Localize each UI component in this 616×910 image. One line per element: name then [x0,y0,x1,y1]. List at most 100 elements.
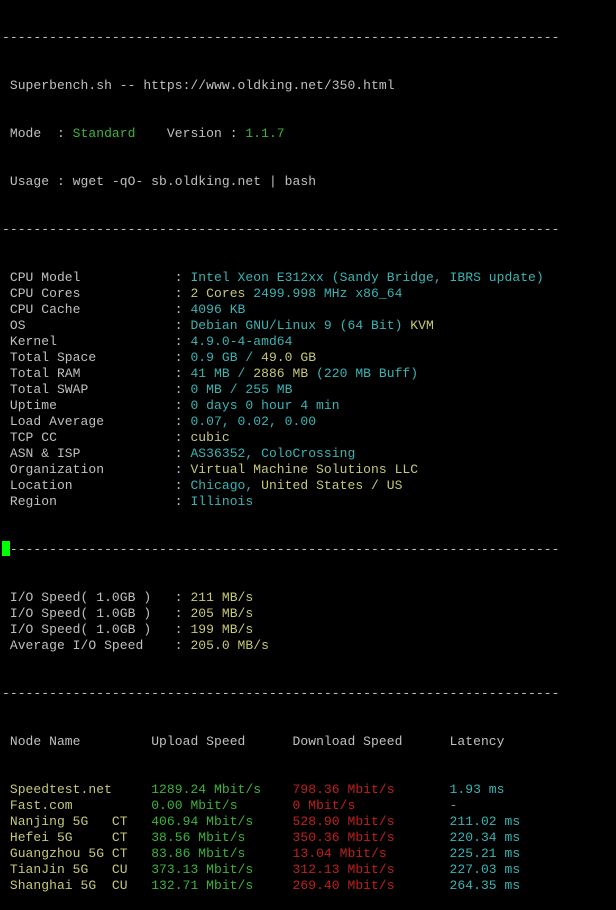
io-value: 205 MB/s [190,606,254,621]
info-value: KVM [410,318,434,333]
node-name: Fast.com [2,798,152,813]
node-name: TianJin 5G CU [2,862,152,877]
download-speed: 13.04 Mbit/s [292,846,450,861]
header-download-speed: Download Speed [292,734,450,749]
info-value: 0.07, 0.02, 0.00 [190,414,317,429]
latency: 264.35 ms [449,878,521,893]
info-value: 0.9 GB / [190,350,262,365]
io-section: I/O Speed( 1.0GB ) : 211 MB/s I/O Speed(… [2,590,559,654]
info-row: Location : Chicago, United States / US [2,478,559,494]
speed-row: Shanghai 5G CU 132.71 Mbit/s 269.40 Mbit… [2,878,559,894]
script-title: Superbench.sh -- https://www.oldking.net… [2,78,395,93]
terminal-output: ----------------------------------------… [2,0,559,910]
info-value: (220 MB Buff) [308,366,419,381]
info-row: Region : Illinois [2,494,559,510]
info-row: Total Space : 0.9 GB / 49.0 GB [2,350,559,366]
info-label: Load Average : [2,414,191,429]
io-value: 211 MB/s [190,590,254,605]
upload-speed: 132.71 Mbit/s [151,878,293,893]
info-label: Region : [2,494,191,509]
speed-row: Nanjing 5G CT 406.94 Mbit/s 528.90 Mbit/… [2,814,559,830]
info-row: Uptime : 0 days 0 hour 4 min [2,398,559,414]
node-name: Guangzhou 5G CT [2,846,152,861]
info-label: ASN & ISP : [2,446,191,461]
io-value: 199 MB/s [190,622,254,637]
info-value: Virtual Machine Solutions LLC [190,462,419,477]
info-value: AS36352, ColoCrossing [190,446,356,461]
latency: 220.34 ms [449,830,521,845]
separator: ----------------------------------------… [2,542,560,557]
info-label: Total SWAP : [2,382,191,397]
separator: ----------------------------------------… [2,686,560,701]
terminal-cursor[interactable] [2,541,10,556]
mode-value: Standard [72,126,136,141]
info-label: TCP CC : [2,430,191,445]
speed-table-rows: Speedtest.net 1289.24 Mbit/s 798.36 Mbit… [2,782,559,894]
info-label: Kernel : [2,334,191,349]
info-value: Chicago, [190,478,262,493]
info-value: cubic [190,430,230,445]
header-upload-speed: Upload Speed [151,734,293,749]
usage-line: Usage : wget -qO- sb.oldking.net | bash [2,174,317,189]
info-row: Total RAM : 41 MB / 2886 MB (220 MB Buff… [2,366,559,382]
separator: ----------------------------------------… [2,222,560,237]
latency: 211.02 ms [449,814,521,829]
info-row: ASN & ISP : AS36352, ColoCrossing [2,446,559,462]
upload-speed: 406.94 Mbit/s [151,814,293,829]
download-speed: 0 Mbit/s [292,798,450,813]
info-label: OS : [2,318,191,333]
download-speed: 350.36 Mbit/s [292,830,450,845]
version-label: Version : [135,126,246,141]
info-label: Organization : [2,462,191,477]
mode-line: Mode : Standard Version : 1.1.7 [2,126,559,142]
upload-speed: 0.00 Mbit/s [151,798,293,813]
info-label: CPU Cores : [2,286,191,301]
info-value: 4096 KB [190,302,246,317]
header-node-name: Node Name [2,734,152,749]
latency: 227.03 ms [449,862,521,877]
info-label: Location : [2,478,191,493]
info-label: Total RAM : [2,366,191,381]
info-value: 2 Cores [190,286,254,301]
speed-table-header: Node Name Upload Speed Download Speed La… [2,734,559,750]
info-row: Load Average : 0.07, 0.02, 0.00 [2,414,559,430]
info-value: Illinois [190,494,254,509]
upload-speed: 38.56 Mbit/s [151,830,293,845]
info-label: Total Space : [2,350,191,365]
io-label: I/O Speed( 1.0GB ) : [2,606,191,621]
system-info-section: CPU Model : Intel Xeon E312xx (Sandy Bri… [2,270,559,510]
info-row: TCP CC : cubic [2,430,559,446]
io-row: I/O Speed( 1.0GB ) : 205 MB/s [2,606,559,622]
info-row: Kernel : 4.9.0-4-amd64 [2,334,559,350]
upload-speed: 1289.24 Mbit/s [151,782,293,797]
io-label: I/O Speed( 1.0GB ) : [2,590,191,605]
info-value: 41 MB / [190,366,254,381]
info-row: Total SWAP : 0 MB / 255 MB [2,382,559,398]
info-row: OS : Debian GNU/Linux 9 (64 Bit) KVM [2,318,559,334]
info-label: Uptime : [2,398,191,413]
latency: - [449,798,458,813]
io-row: I/O Speed( 1.0GB ) : 211 MB/s [2,590,559,606]
io-row: Average I/O Speed : 205.0 MB/s [2,638,559,654]
info-row: CPU Cache : 4096 KB [2,302,559,318]
node-name: Nanjing 5G CT [2,814,152,829]
mode-label: Mode : [2,126,73,141]
info-value: 0 MB / 255 MB [190,382,293,397]
upload-speed: 83.86 Mbit/s [151,846,293,861]
latency: 1.93 ms [449,782,505,797]
node-name: Speedtest.net [2,782,152,797]
upload-speed: 373.13 Mbit/s [151,862,293,877]
info-row: CPU Cores : 2 Cores 2499.998 MHz x86_64 [2,286,559,302]
speed-row: TianJin 5G CU 373.13 Mbit/s 312.13 Mbit/… [2,862,559,878]
speed-row: Guangzhou 5G CT 83.86 Mbit/s 13.04 Mbit/… [2,846,559,862]
info-label: CPU Cache : [2,302,191,317]
io-value: 205.0 MB/s [190,638,269,653]
speed-row: Speedtest.net 1289.24 Mbit/s 798.36 Mbit… [2,782,559,798]
version-value: 1.1.7 [245,126,285,141]
info-value: 2499.998 MHz x86_64 [253,286,403,301]
io-row: I/O Speed( 1.0GB ) : 199 MB/s [2,622,559,638]
latency: 225.21 ms [449,846,521,861]
info-value: United States / US [261,478,403,493]
download-speed: 312.13 Mbit/s [292,862,450,877]
info-row: CPU Model : Intel Xeon E312xx (Sandy Bri… [2,270,559,286]
